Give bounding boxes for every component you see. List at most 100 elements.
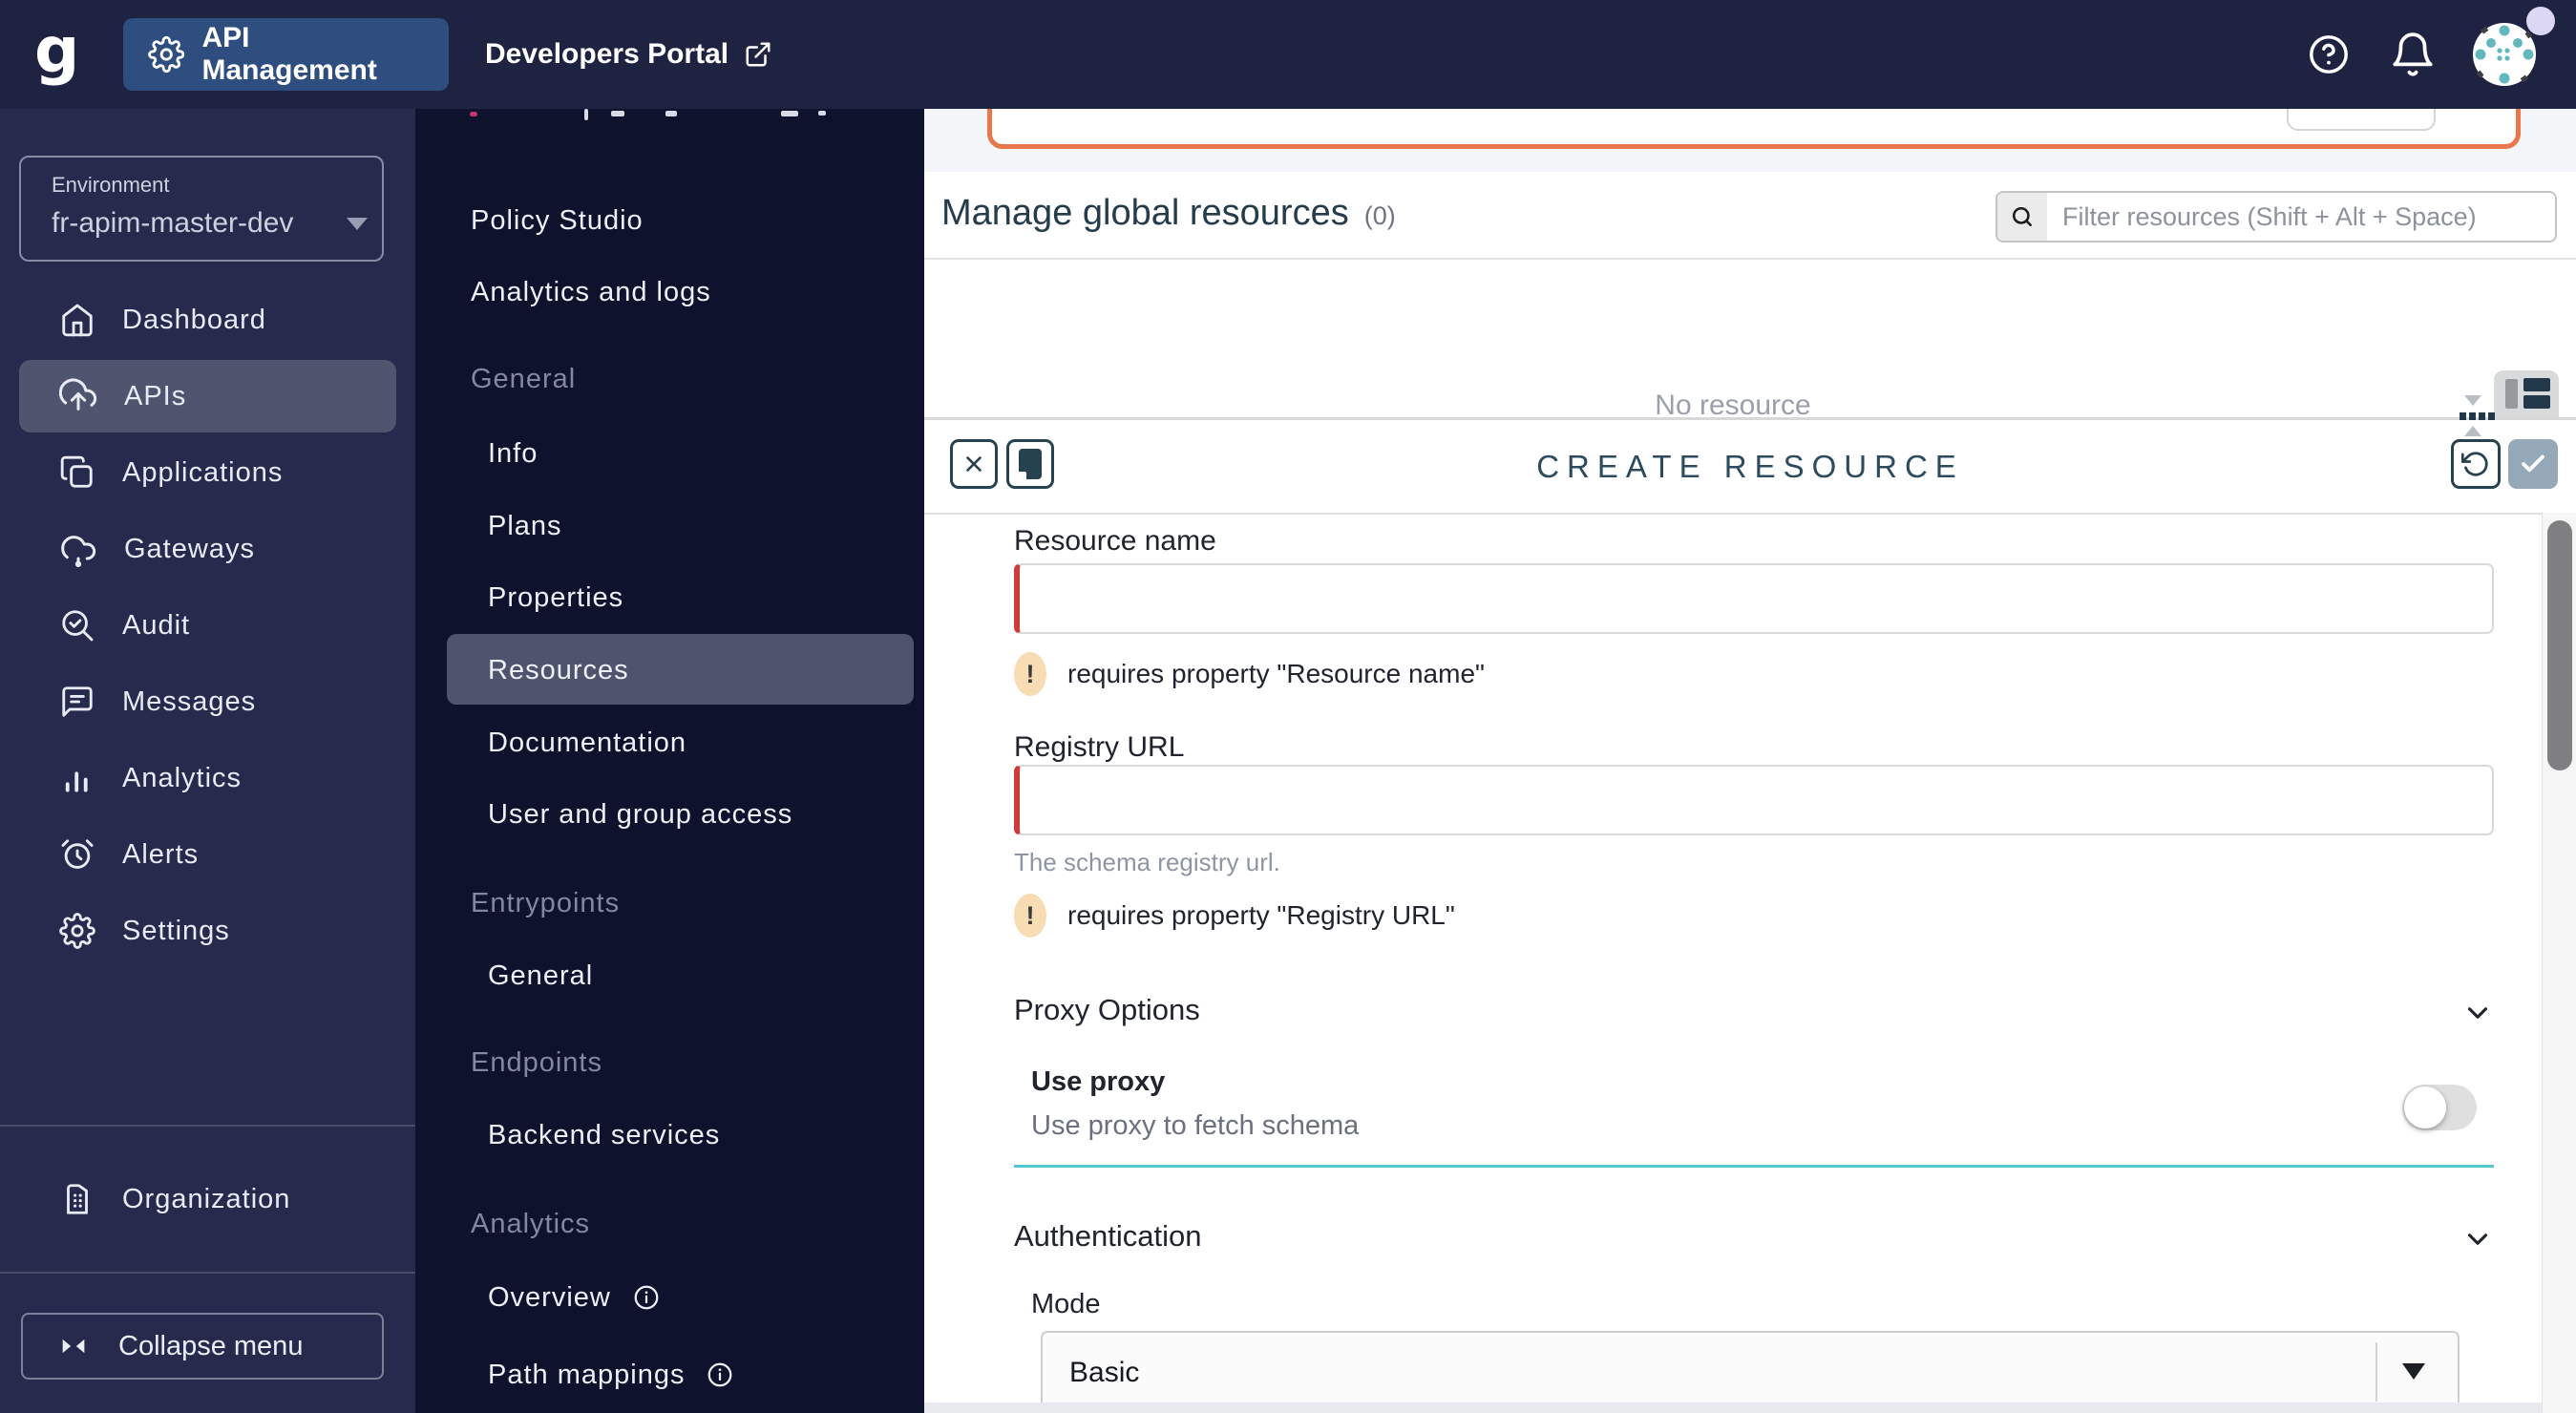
sidebar-item-dashboard[interactable]: Dashboard bbox=[0, 282, 415, 358]
filter-resources-box bbox=[1995, 191, 2557, 243]
menu-section-general: General bbox=[471, 363, 577, 394]
gravitee-logo[interactable]: g bbox=[34, 13, 79, 87]
registry-url-error: ! requires property "Registry URL" bbox=[1014, 894, 1455, 938]
help-icon bbox=[2310, 35, 2348, 74]
save-resource-button[interactable] bbox=[2508, 439, 2558, 489]
chevron-down-icon[interactable] bbox=[2461, 997, 2494, 1029]
page-title-text: Manage global resources bbox=[941, 193, 1349, 233]
layout-icon bbox=[2505, 379, 2518, 409]
external-link-icon bbox=[746, 42, 771, 67]
gear-icon bbox=[148, 35, 185, 74]
menu-item-user-and-group-access[interactable]: User and group access bbox=[415, 776, 924, 853]
sidebar-item-organization[interactable]: Organization bbox=[0, 1161, 415, 1237]
menu-item-entrypoints-general[interactable]: General bbox=[415, 938, 924, 1014]
menu-item-documentation[interactable]: Documentation bbox=[415, 705, 924, 781]
teal-divider bbox=[1014, 1165, 2494, 1168]
reset-form-button[interactable] bbox=[2451, 439, 2501, 489]
registry-url-hint: The schema registry url. bbox=[1014, 848, 1280, 876]
toggle-knob bbox=[2404, 1086, 2446, 1128]
menu-item-resources[interactable]: Resources bbox=[415, 632, 924, 708]
menu-section-analytics: Analytics bbox=[471, 1208, 591, 1239]
user-avatar[interactable] bbox=[2472, 22, 2537, 87]
api-management-button[interactable]: API Management bbox=[123, 18, 449, 91]
sidebar-item-messages[interactable]: Messages bbox=[0, 664, 415, 740]
page-title: Manage global resources (0) bbox=[941, 193, 1396, 234]
authentication-section-title: Authentication bbox=[1014, 1219, 1202, 1253]
check-icon bbox=[2522, 454, 2544, 473]
search-icon bbox=[1997, 193, 2047, 241]
collapse-icon bbox=[62, 1339, 85, 1354]
sidebar-item-alerts[interactable]: Alerts bbox=[0, 816, 415, 893]
divider bbox=[0, 1125, 415, 1127]
top-header: g API Management Developers Portal bbox=[0, 0, 2576, 109]
divider bbox=[0, 1272, 415, 1274]
registry-url-input[interactable] bbox=[1014, 765, 2494, 835]
chevron-down-icon[interactable] bbox=[2461, 1223, 2494, 1255]
app-root: Manage global resources (0) No resource bbox=[0, 0, 2576, 1413]
divider bbox=[924, 513, 2542, 515]
avatar-status-badge bbox=[2526, 7, 2555, 35]
warning-icon: ! bbox=[1014, 652, 1046, 696]
sidebar-item-settings[interactable]: Settings bbox=[0, 893, 415, 969]
panel-bottom-edge bbox=[924, 1402, 2542, 1413]
panel-resize-divider[interactable] bbox=[924, 417, 2576, 420]
reset-icon bbox=[2461, 452, 2488, 476]
sidebar-item-gateways[interactable]: Gateways bbox=[0, 511, 415, 587]
menu-item-path-mappings[interactable]: Path mappings bbox=[415, 1337, 924, 1413]
menu-item-overview[interactable]: Overview bbox=[415, 1259, 924, 1336]
chat-icon bbox=[62, 686, 93, 717]
api-submenu: Policy Studio Analytics and logs General… bbox=[415, 109, 924, 1413]
gear-icon bbox=[59, 913, 95, 949]
bell-icon bbox=[2393, 32, 2433, 76]
sidebar-item-applications[interactable]: Applications bbox=[0, 434, 415, 511]
sidebar-item-analytics[interactable]: Analytics bbox=[0, 740, 415, 816]
menu-item-properties[interactable]: Properties bbox=[415, 559, 924, 636]
environment-label: Environment bbox=[52, 173, 170, 197]
filter-resources-input[interactable] bbox=[2047, 193, 2555, 241]
create-resource-title: CREATE RESOURCE bbox=[1536, 449, 1964, 484]
form-scrollbar[interactable] bbox=[2542, 513, 2576, 1413]
organization-icon bbox=[67, 1184, 88, 1214]
menu-section-entrypoints: Entrypoints bbox=[471, 887, 621, 918]
clipped-status-dot bbox=[470, 112, 477, 116]
developers-portal-link[interactable]: Developers Portal bbox=[485, 0, 772, 109]
use-proxy-label: Use proxy bbox=[1031, 1066, 1166, 1097]
menu-item-info[interactable]: Info bbox=[415, 415, 924, 492]
menu-item-analytics-and-logs[interactable]: Analytics and logs bbox=[415, 254, 924, 330]
error-text: requires property "Registry URL" bbox=[1067, 900, 1455, 930]
cloud-gateway-icon bbox=[61, 536, 96, 567]
dropdown-caret-icon bbox=[347, 217, 369, 230]
resize-drag-handle[interactable] bbox=[2460, 412, 2495, 420]
panel-layout-toggle-button[interactable] bbox=[2494, 370, 2559, 417]
registry-url-label: Registry URL bbox=[1014, 731, 1185, 763]
resource-name-label: Resource name bbox=[1014, 525, 1216, 557]
resize-arrow-down-icon bbox=[2464, 395, 2481, 406]
bar-chart-icon bbox=[65, 771, 88, 792]
info-icon bbox=[706, 1360, 734, 1389]
resource-name-error: ! requires property "Resource name" bbox=[1014, 652, 1485, 696]
menu-item-policy-studio[interactable]: Policy Studio bbox=[415, 182, 924, 259]
alarm-icon bbox=[61, 839, 94, 869]
mode-select[interactable]: Basic bbox=[1041, 1331, 2460, 1413]
use-proxy-toggle[interactable] bbox=[2402, 1085, 2477, 1130]
environment-selector[interactable]: Environment fr-apim-master-dev bbox=[19, 156, 384, 262]
sidebar-item-audit[interactable]: Audit bbox=[0, 587, 415, 664]
notifications-button[interactable] bbox=[2389, 31, 2437, 78]
use-proxy-description: Use proxy to fetch schema bbox=[1031, 1110, 1360, 1141]
home-icon bbox=[62, 304, 93, 337]
sidebar-item-apis[interactable]: APIs bbox=[0, 358, 415, 434]
resource-count: (0) bbox=[1363, 201, 1396, 230]
menu-item-backend-services[interactable]: Backend services bbox=[415, 1097, 924, 1173]
menu-item-plans[interactable]: Plans bbox=[415, 488, 924, 564]
menu-section-endpoints: Endpoints bbox=[471, 1046, 602, 1078]
proxy-options-section-title: Proxy Options bbox=[1014, 993, 1200, 1026]
main-sidebar: Environment fr-apim-master-dev Dashboard… bbox=[0, 109, 415, 1413]
collapse-menu-button[interactable]: Collapse menu bbox=[21, 1313, 384, 1380]
divider bbox=[924, 258, 2576, 260]
scrollbar-thumb[interactable] bbox=[2547, 520, 2572, 770]
error-text: requires property "Resource name" bbox=[1067, 659, 1485, 688]
applications-icon bbox=[60, 455, 93, 488]
resources-card: Manage global resources (0) No resource bbox=[924, 172, 2576, 1413]
help-button[interactable] bbox=[2307, 32, 2351, 76]
resource-name-input[interactable] bbox=[1014, 563, 2494, 634]
